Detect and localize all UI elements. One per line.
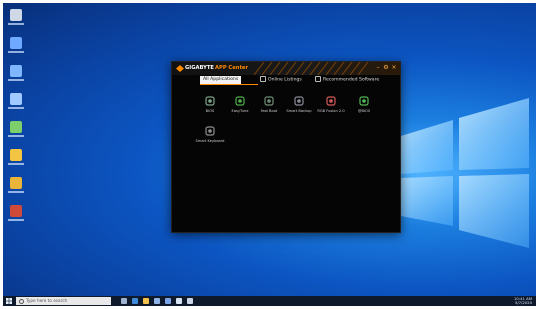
desktop-icon-column	[5, 9, 27, 233]
desktop-shortcut[interactable]	[5, 37, 27, 65]
desktop-shortcut-label	[8, 163, 24, 165]
smart-keyboard-icon	[205, 126, 215, 136]
checkbox-icon	[315, 76, 321, 82]
close-icon[interactable]: ×	[391, 65, 397, 71]
clock-date: 5/7/2020	[514, 300, 532, 305]
screen-frame: GIGABYTE APP Center – ⚙ × All Applicatio…	[3, 3, 536, 306]
recycle-bin-icon	[10, 9, 22, 21]
desktop-shortcut[interactable]	[5, 205, 27, 233]
tab-label: Online Listings	[268, 77, 302, 83]
app-tile-label: RGB Fusion 2.0	[317, 109, 345, 113]
app-tile[interactable]: Fast Boot	[257, 96, 281, 118]
desktop: GIGABYTE APP Center – ⚙ × All Applicatio…	[3, 3, 536, 296]
desktop-shortcut-label	[8, 107, 24, 109]
desktop-shortcut-label	[8, 219, 24, 221]
app-tile-label: Fast Boot	[260, 109, 278, 113]
tab-label: Recommended Software	[323, 77, 380, 83]
tab-label: All Applications	[203, 77, 239, 82]
minimize-icon[interactable]: –	[375, 65, 381, 71]
app-tile[interactable]: EasyTune	[228, 96, 252, 118]
chrome-icon	[10, 177, 22, 189]
desktop-shortcut[interactable]	[5, 65, 27, 93]
windows-logo-wallpaper	[401, 98, 529, 248]
rgb-fusion-icon	[326, 96, 336, 106]
control-panel-icon	[10, 121, 22, 133]
bios-icon	[205, 96, 215, 106]
gigabyte-logo-icon	[176, 65, 184, 72]
tab-all-applications[interactable]: All Applications	[200, 76, 242, 84]
desktop-shortcut[interactable]	[5, 177, 27, 205]
app-tile[interactable]: Smart Keyboard	[195, 126, 225, 148]
at-bios-icon	[359, 96, 369, 106]
search-placeholder: Type here to search	[26, 298, 68, 303]
app-tile-label: @BIOS	[357, 109, 371, 113]
desktop-shortcut[interactable]	[5, 93, 27, 121]
app-tile[interactable]: Smart Backup	[286, 96, 312, 118]
app-tile[interactable]: RGB Fusion 2.0	[317, 96, 345, 118]
tab-recommended-software[interactable]: Recommended Software	[315, 76, 379, 84]
app-icon	[10, 205, 22, 217]
desktop-shortcut[interactable]	[5, 9, 27, 37]
window-title: APP Center	[215, 65, 248, 71]
app-center-icon[interactable]	[176, 298, 182, 304]
taskbar-search-box[interactable]: Type here to search	[16, 297, 111, 305]
desktop-shortcut[interactable]	[5, 149, 27, 177]
network-icon	[10, 93, 22, 105]
file-explorer-icon[interactable]	[143, 298, 149, 304]
desktop-shortcut-label	[8, 191, 24, 193]
settings-icon[interactable]: ⚙	[383, 65, 389, 71]
tab-online-listings[interactable]: Online Listings	[260, 76, 302, 84]
fast-boot-icon	[264, 96, 274, 106]
mail-icon[interactable]	[165, 298, 171, 304]
system-tray-clock[interactable]: 10:41 AM 5/7/2020	[514, 297, 532, 305]
desktop-shortcut-label	[8, 23, 24, 25]
desktop-shortcut[interactable]	[5, 121, 27, 149]
app-tile[interactable]: @BIOS	[352, 96, 376, 118]
pc-icon	[10, 37, 22, 49]
task-view-icon[interactable]	[121, 298, 127, 304]
app-tile-label: EasyTune	[231, 109, 249, 113]
user-folder-icon	[10, 65, 22, 77]
start-icon[interactable]	[6, 298, 12, 304]
app-center-window[interactable]: GIGABYTE APP Center – ⚙ × All Applicatio…	[171, 61, 401, 233]
desktop-shortcut-label	[8, 135, 24, 137]
taskbar: Type here to search 10:41 AM 5/7/2020	[3, 296, 536, 306]
edge-icon[interactable]	[132, 298, 138, 304]
store-icon[interactable]	[154, 298, 160, 304]
app-tile-label: Smart Backup	[286, 109, 312, 113]
taskbar-app-icon[interactable]	[187, 298, 193, 304]
app-tile-label: BIOS	[205, 109, 215, 113]
easytune-icon	[235, 96, 245, 106]
title-stripes-decoration	[254, 62, 369, 75]
folder-icon	[10, 149, 22, 161]
search-icon	[19, 299, 24, 304]
title-bar[interactable]: GIGABYTE APP Center – ⚙ ×	[172, 62, 400, 75]
desktop-shortcut-label	[8, 51, 24, 53]
checkbox-icon	[260, 76, 266, 82]
smart-backup-icon	[294, 96, 304, 106]
desktop-shortcut-label	[8, 79, 24, 81]
app-tile[interactable]: BIOS	[198, 96, 222, 118]
brand-name: GIGABYTE	[185, 65, 214, 71]
active-tab-indicator	[200, 84, 258, 85]
app-tile-label: Smart Keyboard	[195, 139, 225, 143]
